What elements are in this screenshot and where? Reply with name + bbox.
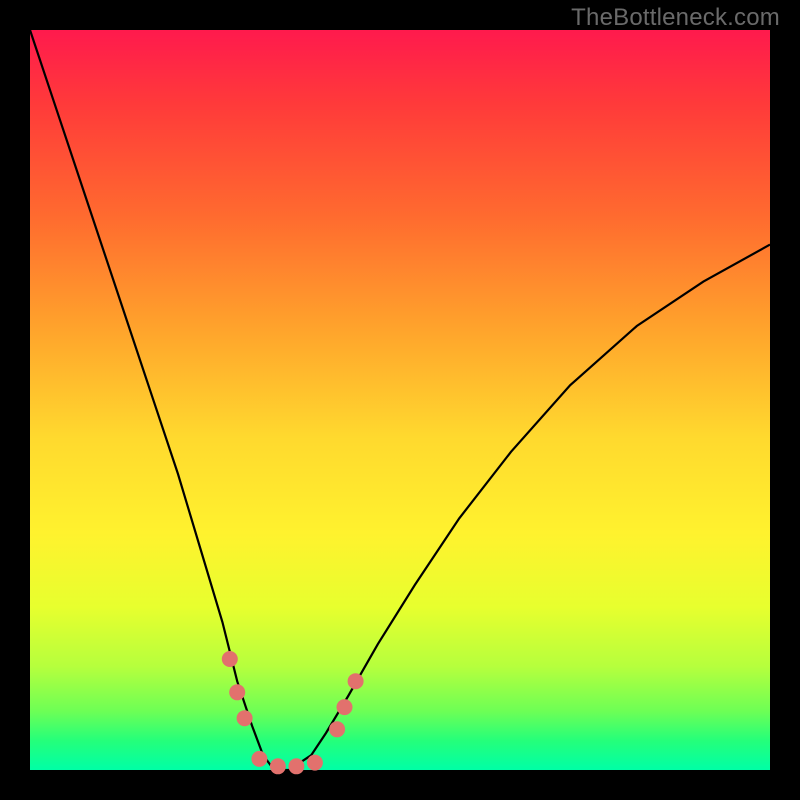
curve-marker (329, 721, 345, 737)
bottleneck-curve-path (30, 30, 770, 770)
curve-marker (288, 758, 304, 774)
curve-marker (348, 673, 364, 689)
curve-marker (251, 751, 267, 767)
plot-area (30, 30, 770, 770)
curve-marker (307, 755, 323, 771)
curve-marker (337, 699, 353, 715)
bottleneck-curve-svg (30, 30, 770, 770)
marker-group (222, 651, 364, 774)
curve-marker (229, 684, 245, 700)
curve-marker (222, 651, 238, 667)
curve-marker (237, 710, 253, 726)
curve-marker (270, 758, 286, 774)
watermark-text: TheBottleneck.com (571, 4, 780, 32)
chart-frame: TheBottleneck.com (0, 0, 800, 800)
